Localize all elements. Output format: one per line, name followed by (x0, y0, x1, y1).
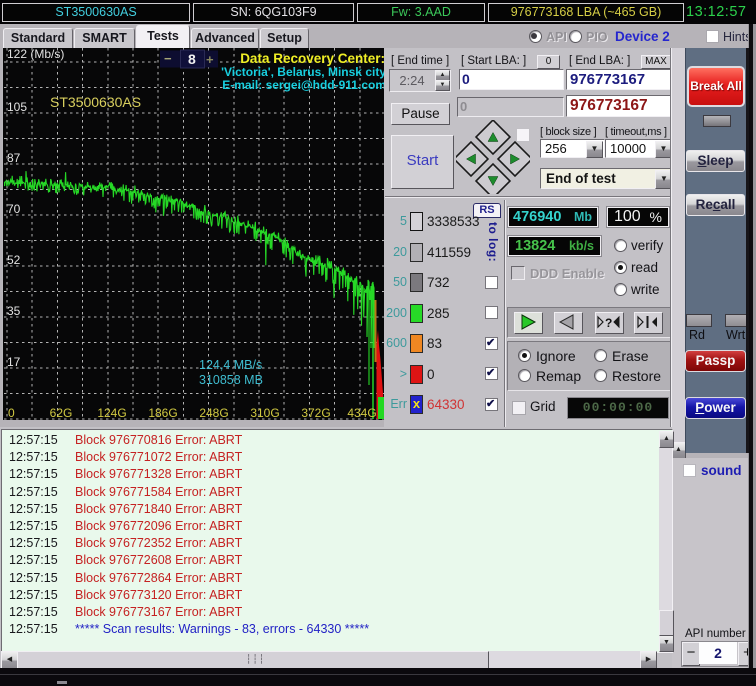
svg-text:Data Recovery Center:: Data Recovery Center: (240, 51, 385, 66)
svg-text:?: ? (605, 316, 612, 330)
svg-text:310858 MB: 310858 MB (199, 373, 263, 387)
svg-text:8: 8 (188, 51, 196, 67)
svg-text:ST3500630AS: ST3500630AS (50, 94, 141, 110)
svg-text:87: 87 (7, 151, 21, 165)
svg-text:−: − (164, 51, 172, 66)
svg-text:52: 52 (7, 253, 21, 267)
svg-text:105: 105 (7, 100, 27, 114)
svg-text:17: 17 (7, 355, 21, 369)
svg-text:'Victoria', Belarus, Minsk cit: 'Victoria', Belarus, Minsk city (221, 65, 385, 79)
svg-text:62G: 62G (50, 406, 73, 420)
svg-text:372G: 372G (301, 406, 330, 420)
svg-text:124,4 MB/s: 124,4 MB/s (199, 358, 262, 372)
svg-text:248G: 248G (199, 406, 228, 420)
svg-text:70: 70 (7, 202, 21, 216)
svg-text:186G: 186G (148, 406, 177, 420)
svg-text:124G: 124G (97, 406, 126, 420)
svg-text:0: 0 (8, 406, 15, 420)
svg-text:310G: 310G (250, 406, 279, 420)
svg-text:+: + (206, 52, 214, 67)
svg-text:E-mail: sergei@hdd-911.com: E-mail: sergei@hdd-911.com (222, 78, 385, 92)
svg-text:434G: 434G (347, 406, 376, 420)
svg-text:35: 35 (7, 304, 21, 318)
svg-text:122 (Mb/s): 122 (Mb/s) (7, 48, 64, 61)
